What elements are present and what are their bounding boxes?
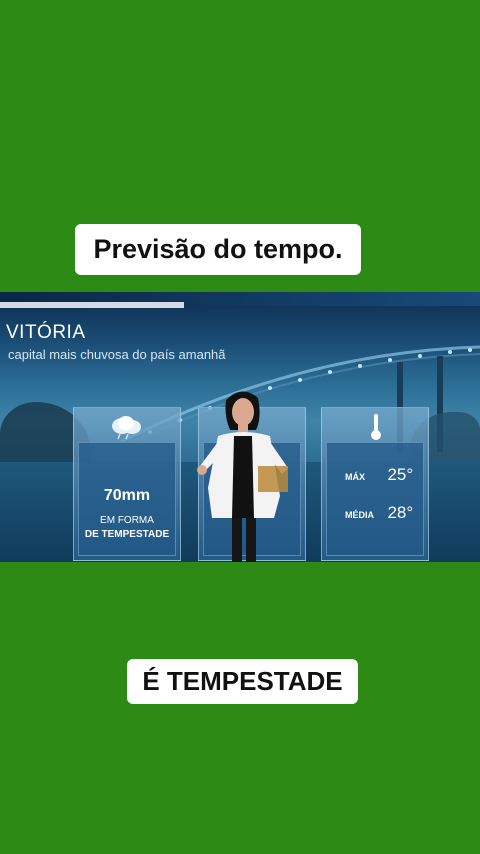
city-name: VITÓRIA — [6, 322, 86, 343]
top-bar-strip — [0, 302, 184, 308]
temp-max-label: MÁX — [345, 472, 365, 482]
temp-max-row: MÁX 25° — [345, 465, 413, 485]
rain-description-line2: DE TEMPESTADE — [84, 529, 170, 540]
temp-avg-label: MÉDIA — [345, 510, 374, 520]
city-subtitle: capital mais chuvosa do país amanhã — [8, 347, 226, 362]
bottom-caption: É TEMPESTADE — [127, 659, 358, 704]
temp-avg-value: 28° — [387, 503, 414, 522]
storm-cloud-icon — [112, 416, 141, 440]
rain-value: 70mm — [103, 487, 151, 504]
broadcast-top-bar — [0, 292, 480, 308]
temp-max-value: 25° — [387, 465, 414, 484]
temperature-panel: MÁX 25° MÉDIA 28° — [321, 407, 429, 561]
temp-avg-row: MÉDIA 28° — [345, 503, 413, 523]
rain-panel: 70mm EM FORMA DE TEMPESTADE — [73, 407, 181, 561]
video-frame[interactable]: VITÓRIA capital mais chuvosa do país ama… — [0, 292, 480, 562]
top-caption: Previsão do tempo. — [75, 224, 361, 275]
rain-panel-inner: 70mm EM FORMA DE TEMPESTADE — [78, 442, 176, 556]
rain-description-line1: EM FORMA — [100, 515, 154, 526]
presenter-figure — [197, 391, 288, 562]
temperature-panel-inner: MÁX 25° MÉDIA 28° — [326, 442, 424, 556]
thermometer-icon — [371, 414, 381, 440]
